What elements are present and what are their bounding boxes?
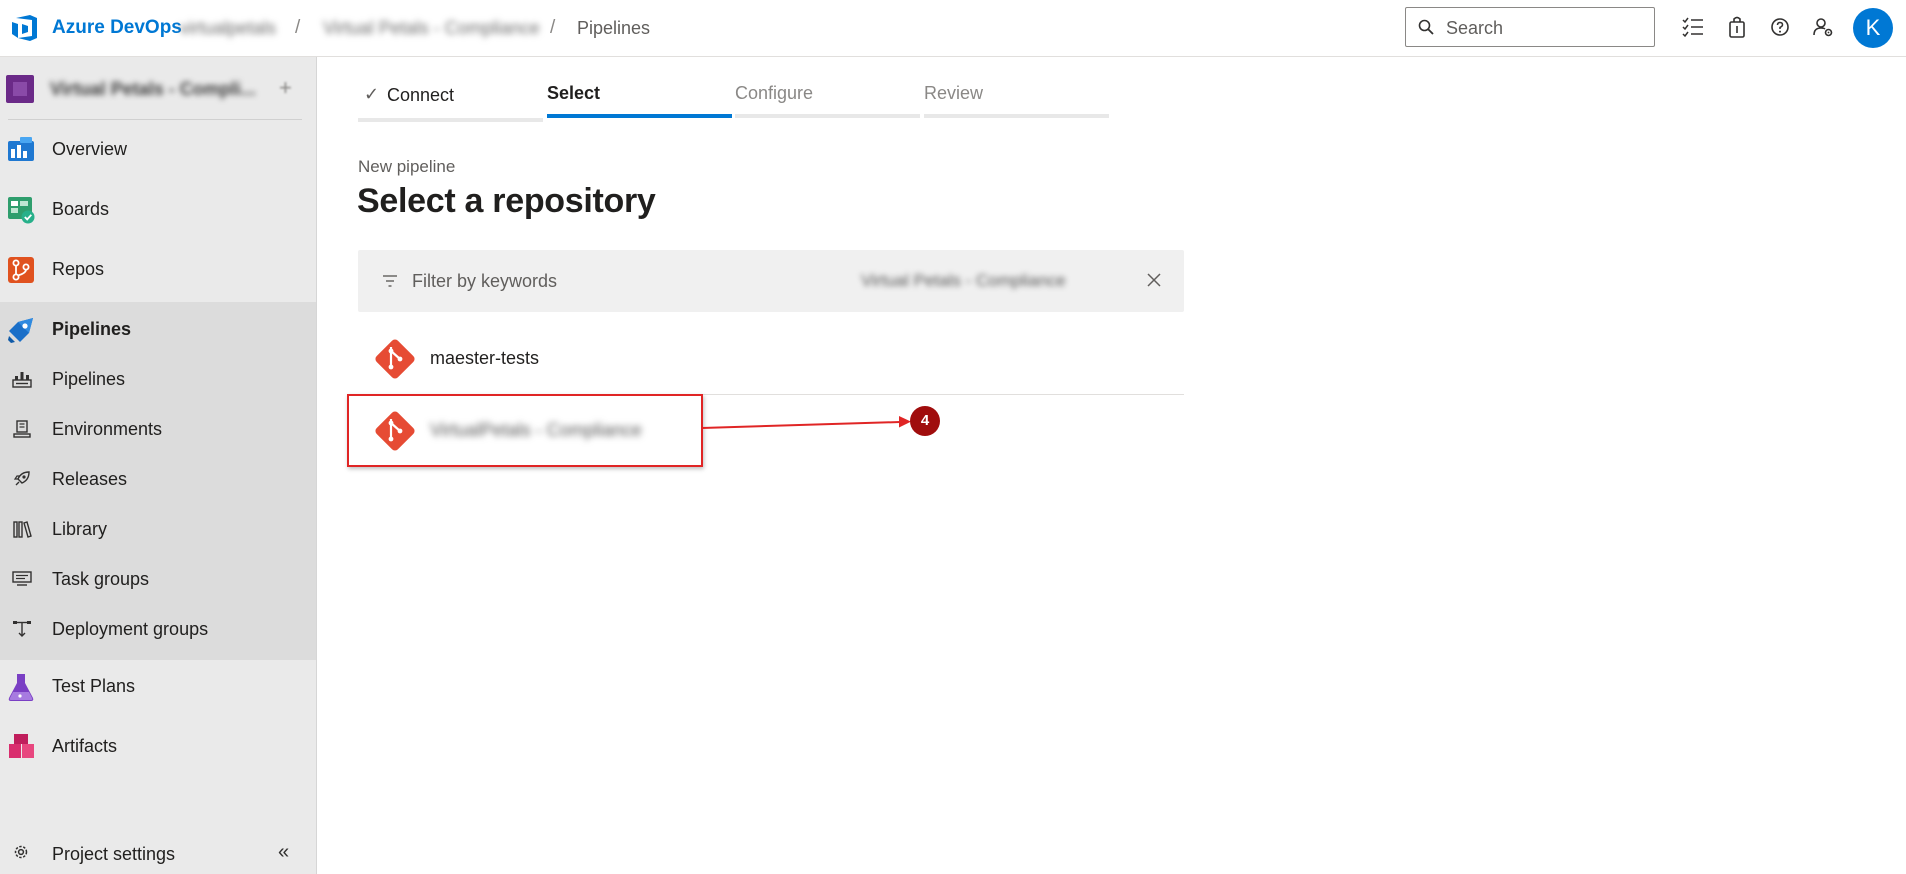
project-name: Virtual Petals - Compli... (50, 79, 256, 99)
repository-scope-dropdown[interactable]: Virtual Petals - Compliance (861, 271, 1066, 291)
sidebar: Virtual Petals - Compli... + Overview Bo… (0, 57, 317, 874)
step-progress-bar (547, 114, 732, 118)
sidebar-item-label: Test Plans (52, 676, 136, 696)
divider (8, 119, 302, 120)
sidebar-item-test-plans[interactable]: Test Plans (0, 664, 316, 708)
breadcrumb-project[interactable]: Virtual Petals - Compliance (323, 18, 540, 39)
sidebar-item-boards[interactable]: Boards (0, 187, 316, 231)
task-groups-icon (12, 571, 32, 586)
project-selector[interactable]: Virtual Petals - Compli... + (0, 69, 317, 109)
sidebar-subitem-deployment-groups[interactable]: Deployment groups (0, 609, 316, 649)
git-icon (375, 339, 415, 379)
sidebar-subitem-releases[interactable]: Releases (0, 459, 316, 499)
project-settings-link[interactable]: Project settings « (0, 835, 316, 871)
sidebar-item-label: Pipelines (52, 319, 132, 339)
breadcrumb-org[interactable]: virtualpetals (180, 18, 276, 39)
artifacts-icon (9, 734, 34, 758)
sidebar-item-repos[interactable]: Repos (0, 247, 316, 291)
breadcrumb-separator: / (550, 17, 556, 38)
sidebar-item-overview[interactable]: Overview (0, 127, 316, 171)
sidebar-item-pipelines[interactable]: Pipelines (0, 307, 316, 351)
breadcrumb-page[interactable]: Pipelines (577, 18, 650, 39)
annotation-arrow-icon (701, 416, 911, 429)
task-list-icon[interactable] (1681, 15, 1705, 39)
top-bar: Azure DevOps virtualpetals / Virtual Pet… (0, 0, 1906, 57)
sidebar-item-label: Releases (52, 469, 128, 489)
user-avatar[interactable]: K (1853, 8, 1893, 48)
step-label: Review (924, 83, 984, 103)
filter-input[interactable]: Filter by keywords (412, 271, 557, 292)
test-plans-icon (8, 674, 34, 701)
step-label: Configure (735, 83, 814, 103)
search-box[interactable] (1405, 7, 1655, 47)
sidebar-item-label: Overview (52, 139, 128, 159)
overview-icon (8, 137, 34, 161)
sidebar-item-label: Environments (52, 419, 163, 439)
brand-link[interactable]: Azure DevOps (52, 17, 182, 39)
pipelines-icon (8, 318, 33, 343)
close-icon[interactable] (1144, 270, 1164, 290)
environments-icon (13, 420, 31, 438)
check-icon: ✓ (364, 84, 380, 104)
project-settings-label: Project settings (52, 844, 176, 864)
filter-bar[interactable]: Filter by keywords Virtual Petals - Comp… (358, 250, 1184, 312)
sidebar-item-label: Deployment groups (52, 619, 209, 639)
deployment-groups-icon (13, 621, 31, 637)
sidebar-item-label: Task groups (52, 569, 150, 589)
sidebar-subitem-library[interactable]: Library (0, 509, 316, 549)
sidebar-item-artifacts[interactable]: Artifacts (0, 724, 316, 768)
project-avatar (6, 75, 34, 103)
sidebar-item-label: Artifacts (52, 736, 118, 756)
filter-icon (383, 275, 397, 287)
sidebar-item-label: Boards (52, 199, 110, 219)
sidebar-subitem-pipelines[interactable]: Pipelines (0, 359, 316, 399)
search-icon (1418, 19, 1434, 35)
library-icon (13, 521, 32, 538)
sidebar-subitem-environments[interactable]: Environments (0, 409, 316, 449)
sidebar-subitem-task-groups[interactable]: Task groups (0, 559, 316, 599)
boards-icon (8, 197, 35, 224)
marketplace-bag-icon[interactable] (1725, 15, 1749, 39)
user-settings-icon[interactable] (1811, 15, 1835, 39)
search-input[interactable] (1444, 14, 1648, 42)
page-title: Select a repository (357, 182, 656, 220)
sidebar-item-label: Library (52, 519, 108, 539)
add-icon[interactable]: + (279, 75, 292, 101)
page-subtitle: New pipeline (358, 157, 456, 176)
collapse-sidebar-icon[interactable]: « (278, 841, 289, 864)
help-icon[interactable] (1768, 15, 1792, 39)
annotation-highlight-box (347, 394, 703, 467)
breadcrumb-separator: / (295, 17, 301, 38)
step-progress-bar (358, 118, 543, 122)
step-label: Select (547, 83, 601, 103)
sidebar-item-label: Repos (52, 259, 105, 279)
azure-devops-logo-icon[interactable] (10, 14, 40, 42)
annotation-step-badge: 4 (910, 406, 940, 436)
repository-item[interactable]: maester-tests (358, 322, 1184, 394)
step-progress-bar (735, 114, 920, 118)
repository-name: maester-tests (430, 348, 540, 368)
pipelines-sub-icon (12, 372, 32, 388)
sidebar-item-label: Pipelines (52, 369, 126, 389)
step-progress-bar (924, 114, 1109, 118)
step-label: Connect (387, 85, 455, 105)
gear-icon (14, 845, 28, 859)
repos-icon (8, 257, 34, 283)
releases-icon (13, 471, 30, 486)
